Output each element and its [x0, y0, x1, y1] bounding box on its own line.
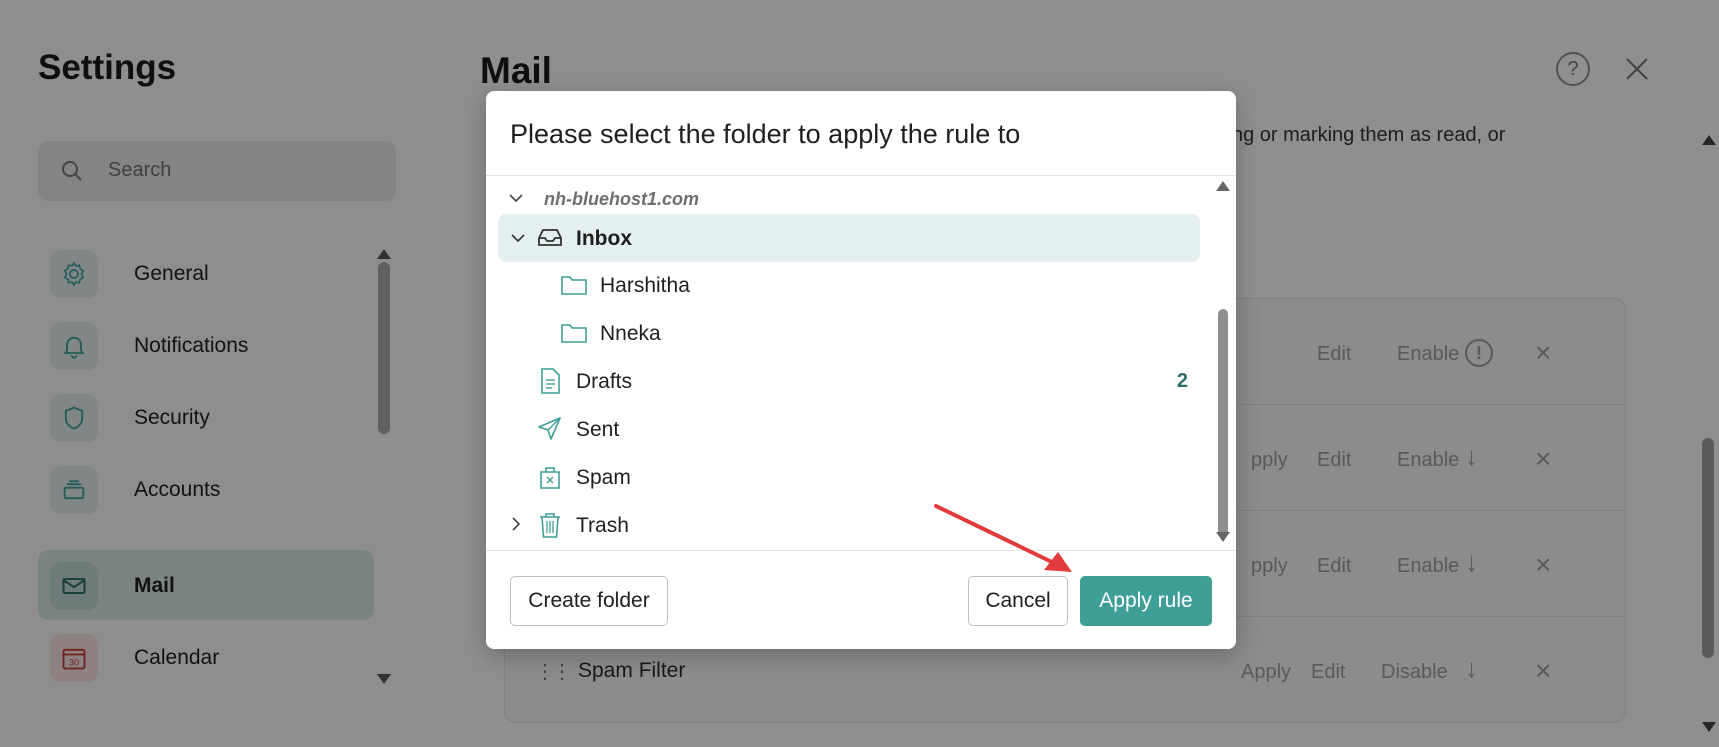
folder-label: Spam: [576, 466, 631, 489]
account-name: nh-bluehost1.com: [544, 189, 700, 209]
document-icon: [541, 368, 560, 394]
spam-icon: [540, 467, 560, 489]
trash-icon: [540, 513, 560, 538]
inbox-icon: [538, 229, 562, 246]
folder-row-drafts[interactable]: Drafts 2: [498, 358, 1200, 404]
folder-row-sent[interactable]: Sent: [498, 406, 1200, 452]
apply-rule-button[interactable]: Apply rule: [1080, 576, 1212, 626]
folder-label: Nneka: [600, 322, 661, 345]
folder-tree: nh-bluehost1.com Inbox Harshitha Nneka D…: [486, 176, 1236, 550]
folder-row-nneka[interactable]: Nneka: [498, 310, 1200, 356]
folder-row-inbox[interactable]: Inbox: [498, 214, 1200, 262]
chevron-down-icon[interactable]: [508, 190, 524, 206]
folder-icon: [561, 324, 587, 343]
dialog-title: Please select the folder to apply the ru…: [510, 119, 1021, 149]
folder-row-harshitha[interactable]: Harshitha: [498, 262, 1200, 308]
folder-label: Drafts: [576, 370, 633, 393]
folder-row-spam[interactable]: Spam: [498, 454, 1200, 500]
unread-count-badge: 2: [1176, 370, 1188, 392]
chevron-right-icon[interactable]: [508, 516, 524, 532]
folder-label: Harshitha: [600, 274, 690, 297]
folder-scroll-down[interactable]: [1216, 532, 1230, 542]
chevron-down-icon[interactable]: [510, 230, 526, 246]
folder-label: Sent: [576, 418, 620, 441]
folder-label: Trash: [576, 514, 629, 537]
folder-scroll-up[interactable]: [1216, 181, 1230, 191]
send-icon: [538, 417, 561, 440]
folder-icon: [561, 276, 587, 295]
divider: [486, 550, 1236, 551]
folder-label: Inbox: [576, 227, 632, 250]
cancel-button[interactable]: Cancel: [968, 576, 1068, 626]
select-folder-dialog: Please select the folder to apply the ru…: [486, 91, 1236, 649]
folder-scrollbar[interactable]: [1218, 309, 1228, 537]
folder-row-trash[interactable]: Trash: [498, 502, 1200, 548]
annotation-arrow-icon: [934, 504, 1072, 572]
create-folder-button[interactable]: Create folder: [510, 576, 668, 626]
